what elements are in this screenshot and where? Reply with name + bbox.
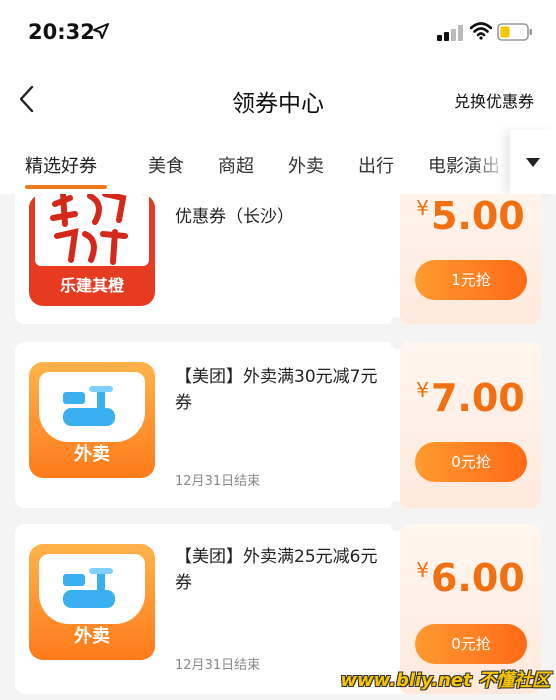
coupon-thumbnail: 乐建其橙 xyxy=(29,194,155,306)
thumbnail-label: 外卖 xyxy=(74,444,110,465)
brand-logo-image xyxy=(35,194,149,266)
nav-bar: 领券中心 兑换优惠券 xyxy=(0,66,556,130)
coupon-list[interactable]: 乐建其橙 优惠券（长沙） ¥5.00 1元抢 外卖 【美团】外卖满30元减7元券… xyxy=(0,194,556,700)
tab-travel[interactable]: 出行 xyxy=(358,152,394,178)
coupon-thumbnail: 外卖 xyxy=(29,544,155,660)
grab-coupon-button[interactable]: 0元抢 xyxy=(415,624,527,664)
delivery-logo-image xyxy=(39,372,145,442)
tab-fade xyxy=(470,130,510,194)
coupon-price: ¥6.00 xyxy=(400,556,541,600)
watermark: www.bliy.net 不懂社区 xyxy=(340,670,550,691)
coupon-title: 优惠券（长沙） xyxy=(175,207,294,227)
delivery-logo-image xyxy=(39,554,145,624)
coupon-price: ¥7.00 xyxy=(400,376,541,420)
status-bar: 20:32 xyxy=(0,0,556,66)
location-arrow-icon xyxy=(93,23,109,39)
coupon-info: 外卖 【美团】外卖满30元减7元券 12月31日结束 xyxy=(15,342,397,508)
coupon-card[interactable]: 乐建其橙 优惠券（长沙） ¥5.00 1元抢 xyxy=(15,194,541,324)
wifi-icon xyxy=(470,22,492,40)
coupon-expiry: 12月31日结束 xyxy=(175,474,261,489)
brand-calligraphy-icon xyxy=(50,194,128,265)
coupon-card[interactable]: 外卖 【美团】外卖满30元减7元券 12月31日结束 ¥7.00 0元抢 xyxy=(15,342,541,508)
brand-name: 乐建其橙 xyxy=(59,276,124,295)
grab-coupon-button[interactable]: 1元抢 xyxy=(415,260,527,300)
tab-delivery[interactable]: 外卖 xyxy=(288,152,324,178)
coupon-notch xyxy=(390,501,404,508)
scooter-icon xyxy=(63,568,115,608)
tab-supermarket[interactable]: 商超 xyxy=(218,152,254,178)
currency-symbol: ¥ xyxy=(416,558,429,582)
status-time: 20:32 xyxy=(28,20,95,44)
cellular-signal-icon xyxy=(437,25,463,41)
coupon-info: 乐建其橙 优惠券（长沙） xyxy=(15,194,397,324)
currency-symbol: ¥ xyxy=(416,378,429,402)
battery-icon xyxy=(497,23,532,41)
coupon-thumbnail: 外卖 xyxy=(29,362,155,478)
price-amount: 5.00 xyxy=(430,194,525,238)
coupon-notch xyxy=(390,317,404,324)
coupon-price: ¥5.00 xyxy=(400,194,541,238)
tab-food[interactable]: 美食 xyxy=(148,152,184,178)
currency-symbol: ¥ xyxy=(416,196,429,220)
price-amount: 7.00 xyxy=(430,376,525,420)
thumbnail-label: 外卖 xyxy=(74,626,110,647)
coupon-title: 【美团】外卖满25元减6元券 xyxy=(175,547,378,593)
category-tab-bar: 精选好券 美食 商超 外卖 出行 电影演出 xyxy=(0,130,556,194)
active-tab-indicator xyxy=(25,185,107,189)
coupon-price-panel: ¥5.00 1元抢 xyxy=(400,194,541,324)
price-amount: 6.00 xyxy=(430,556,525,600)
coupon-price-panel: ¥7.00 0元抢 xyxy=(400,342,541,508)
category-dropdown-button[interactable] xyxy=(510,130,556,194)
coupon-expiry: 12月31日结束 xyxy=(175,658,261,673)
coupon-title: 【美团】外卖满30元减7元券 xyxy=(175,367,378,413)
tab-featured[interactable]: 精选好券 xyxy=(25,152,97,178)
triangle-down-icon xyxy=(526,158,540,167)
scooter-icon xyxy=(63,386,115,426)
grab-coupon-button[interactable]: 0元抢 xyxy=(415,442,527,482)
exchange-coupon-link[interactable]: 兑换优惠券 xyxy=(454,88,534,112)
